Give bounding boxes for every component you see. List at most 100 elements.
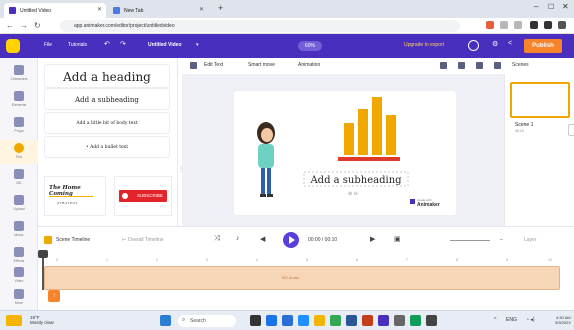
close-tab-icon[interactable]: ✕ xyxy=(199,6,204,13)
back-arrow-icon[interactable]: ← xyxy=(6,21,14,30)
close-tab-icon[interactable]: ✕ xyxy=(97,6,102,13)
profile-icon[interactable] xyxy=(544,21,552,29)
taskbar-search[interactable]: Search xyxy=(178,315,236,327)
sheets-icon[interactable] xyxy=(410,315,421,326)
zoom-slider[interactable] xyxy=(450,240,490,241)
rail-item-props[interactable]: Props xyxy=(0,114,38,138)
network-volume-icon[interactable]: ◔ ◂) xyxy=(526,317,535,323)
bullet-label: Add a bullet text xyxy=(90,145,129,150)
scene-canvas[interactable]: Add a subheading ⊕ ⊖ create with Animake… xyxy=(234,91,456,215)
skip-forward-icon[interactable]: ▶ xyxy=(370,235,375,243)
app-icon[interactable] xyxy=(378,315,389,326)
publish-button[interactable]: Publish xyxy=(524,39,562,53)
browser-tab-active[interactable]: Untitled Video ✕ xyxy=(4,3,106,18)
settings-app-icon[interactable] xyxy=(426,315,437,326)
rail-item-more[interactable]: More xyxy=(0,286,38,310)
shuffle-icon[interactable]: ⤨ xyxy=(214,235,220,243)
new-tab-plus-icon[interactable]: + xyxy=(218,3,223,13)
url-field[interactable]: app.animaker.com/editor/project/untitled… xyxy=(60,20,460,32)
task-view-icon[interactable] xyxy=(250,315,261,326)
animaker-logo-icon[interactable] xyxy=(6,39,20,53)
preview-icon[interactable] xyxy=(468,40,479,51)
zoom-chip[interactable]: 60% xyxy=(298,41,322,51)
language-indicator[interactable]: ENG xyxy=(506,317,517,323)
weather-icon[interactable] xyxy=(6,315,22,326)
playhead-handle[interactable] xyxy=(38,250,48,258)
scene-thumbnail[interactable] xyxy=(510,82,570,118)
overall-timeline-tab[interactable]: ⊢ Overall Timeline xyxy=(122,237,164,243)
edit-text-button[interactable]: Edit Text xyxy=(204,62,223,68)
canvas-control-icons[interactable]: ⊕ ⊖ xyxy=(348,191,358,197)
add-bullet-text-card[interactable]: • Add a bullet text xyxy=(44,136,170,158)
rail-item-elements[interactable]: Elements xyxy=(0,88,38,112)
file-menu[interactable]: File xyxy=(44,42,52,48)
kebab-menu-icon[interactable] xyxy=(558,21,566,29)
canvas-subheading-text[interactable]: Add a subheading xyxy=(309,175,402,186)
rail-item-upload[interactable]: Upload xyxy=(0,192,38,216)
rail-item-music[interactable]: Music xyxy=(0,218,38,242)
home-coming-template-card[interactable]: The Home Coming STRATEGY xyxy=(44,176,106,216)
minimize-icon[interactable]: – xyxy=(534,2,538,11)
timeline-track[interactable] xyxy=(44,266,560,290)
upgrade-link[interactable]: Upgrade to export xyxy=(404,42,444,48)
chrome-icon[interactable] xyxy=(330,315,341,326)
photos-icon[interactable] xyxy=(394,315,405,326)
copy-icon[interactable] xyxy=(476,62,483,69)
chat-icon[interactable] xyxy=(266,315,277,326)
align-icon[interactable] xyxy=(440,62,447,69)
rail-item-text[interactable]: Text xyxy=(0,140,38,164)
left-rail: Characters Elements Props Text BG Upload… xyxy=(0,58,38,310)
subscribe-template-card[interactable]: SUBSCRIBE xyxy=(114,176,172,216)
browser-tab[interactable]: New Tab ✕ xyxy=(108,3,208,18)
taskbar-clock[interactable]: 4:30 AM 3/9/2023 xyxy=(555,315,571,325)
skip-back-icon[interactable]: ◀ xyxy=(260,235,265,243)
title-dropdown-icon[interactable]: ▾ xyxy=(196,42,199,48)
delete-icon[interactable] xyxy=(494,62,501,69)
bar-chart-graphic[interactable] xyxy=(338,97,400,161)
forward-arrow-icon[interactable]: → xyxy=(20,21,28,30)
redo-icon[interactable]: ↷ xyxy=(120,40,126,48)
bookmark-star-icon[interactable] xyxy=(514,21,522,29)
rail-item-video[interactable]: Video xyxy=(0,264,38,288)
rail-item-characters[interactable]: Characters xyxy=(0,62,38,86)
mic-icon[interactable]: ♪ xyxy=(236,235,240,242)
edge-icon[interactable] xyxy=(282,315,293,326)
word-icon[interactable] xyxy=(346,315,357,326)
scenes-header: Scenes xyxy=(512,62,529,68)
add-scene-tab[interactable] xyxy=(568,124,574,136)
play-button[interactable] xyxy=(283,232,299,248)
layer-toggle[interactable]: Layer xyxy=(524,237,537,243)
maximize-icon[interactable]: ☐ xyxy=(548,3,554,11)
share-icon[interactable] xyxy=(500,21,508,29)
animation-button[interactable]: Animation xyxy=(298,62,320,68)
scene-timeline-tab[interactable]: Scene Timeline xyxy=(56,237,90,243)
reload-icon[interactable]: ↻ xyxy=(34,21,41,30)
smart-move-button[interactable]: Smart move xyxy=(248,62,275,68)
character-woman[interactable] xyxy=(257,122,275,197)
scene-label: Scene 1 xyxy=(515,122,534,128)
close-window-icon[interactable]: ✕ xyxy=(562,2,569,11)
windows-start-icon[interactable] xyxy=(160,315,171,326)
layers-icon[interactable] xyxy=(458,62,465,69)
settings-icon[interactable]: ⚙ xyxy=(492,40,498,48)
rail-item-bg[interactable]: BG xyxy=(0,166,38,190)
undo-icon[interactable]: ↶ xyxy=(104,40,110,48)
tray-chevron-icon[interactable]: ^ xyxy=(494,317,496,323)
fullscreen-icon[interactable]: ▣ xyxy=(394,235,401,243)
share-icon[interactable]: < xyxy=(508,40,512,47)
powerpoint-icon[interactable] xyxy=(362,315,373,326)
paint-icon[interactable] xyxy=(190,62,197,69)
zoom-out-icon[interactable]: – xyxy=(500,237,503,243)
store-icon[interactable] xyxy=(298,315,309,326)
add-body-text-card[interactable]: Add a little bit of body text xyxy=(44,112,170,134)
weather-widget[interactable]: 19°F Mostly clear xyxy=(30,315,54,325)
puzzle-icon[interactable] xyxy=(530,21,538,29)
add-layer-icon[interactable]: ↑ xyxy=(48,290,60,302)
extension-icon[interactable] xyxy=(486,21,494,29)
tutorials-menu[interactable]: Tutorials xyxy=(68,42,87,48)
timeline-zoom-controls[interactable] xyxy=(560,256,572,288)
file-explorer-icon[interactable] xyxy=(314,315,325,326)
add-heading-card[interactable]: Add a heading xyxy=(44,64,170,88)
project-title[interactable]: Untitled Video xyxy=(148,42,182,48)
add-subheading-card[interactable]: Add a subheading xyxy=(44,88,170,110)
